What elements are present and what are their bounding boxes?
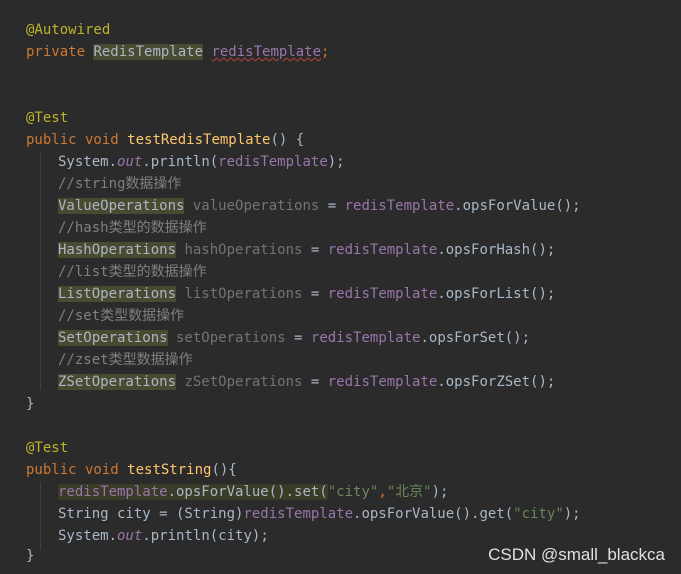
- closing-brace: }: [26, 396, 35, 412]
- code-text: System.: [58, 154, 118, 170]
- field-declaration-line: private RedisTemplate redisTemplate;: [26, 41, 329, 63]
- method-params: (){: [211, 462, 237, 478]
- code-text: .opsForList();: [437, 286, 556, 302]
- comment-line: //string数据操作: [58, 176, 182, 192]
- method-params: () {: [270, 132, 305, 148]
- operator: =: [302, 242, 328, 258]
- type-name: ValueOperations: [58, 198, 185, 214]
- code-text: .opsForZSet();: [437, 374, 556, 390]
- code-text: );: [563, 506, 581, 522]
- field-ref: redisTemplate: [344, 198, 455, 214]
- string-literal: "北京": [386, 484, 432, 500]
- field-ref: redisTemplate: [218, 154, 328, 170]
- code-text: .opsForValue().set(: [167, 484, 328, 500]
- operator: =: [302, 374, 328, 390]
- code-line: SetOperations setOperations = redisTempl…: [58, 327, 530, 349]
- indent-guide: [40, 482, 41, 550]
- method-name: testString: [127, 462, 212, 478]
- keyword: private: [26, 44, 94, 60]
- code-text: .println(city);: [142, 528, 269, 544]
- code-text: .println(: [142, 154, 219, 170]
- code-line: redisTemplate.opsForValue().set("city","…: [58, 481, 448, 503]
- code-text: .opsForValue().get(: [353, 506, 514, 522]
- code-line: ListOperations listOperations = redisTem…: [58, 283, 555, 305]
- type-name: ZSetOperations: [58, 374, 177, 390]
- code-text: System.: [58, 528, 118, 544]
- code-line: String city = (String)redisTemplate.opsF…: [58, 503, 581, 525]
- field-ref: redisTemplate: [327, 286, 438, 302]
- closing-brace: }: [26, 548, 35, 564]
- annotation-test: @Test: [26, 440, 69, 456]
- comma: ,: [378, 484, 387, 500]
- code-line: HashOperations hashOperations = redisTem…: [58, 239, 555, 261]
- operator: =: [285, 330, 311, 346]
- indent-guide: [40, 152, 41, 390]
- code-line: System.out.println(redisTemplate);: [58, 151, 345, 173]
- semicolon: ;: [321, 44, 330, 60]
- field-ref: redisTemplate: [327, 242, 438, 258]
- keyword: public void: [26, 132, 128, 148]
- comment-line: //list类型的数据操作: [58, 264, 207, 280]
- annotation-test: @Test: [26, 110, 69, 126]
- comment-line: //set类型数据操作: [58, 308, 185, 324]
- comment-line: //zset类型数据操作: [58, 352, 193, 368]
- string-literal: "city": [327, 484, 379, 500]
- keyword: public void: [26, 462, 128, 478]
- type-name: SetOperations: [58, 330, 168, 346]
- annotation-autowired: @Autowired: [26, 22, 111, 38]
- unused-variable: zSetOperations: [176, 374, 303, 390]
- type-name: HashOperations: [58, 242, 177, 258]
- unused-variable: valueOperations: [184, 198, 320, 214]
- code-editor[interactable]: @Autowired private RedisTemplate redisTe…: [0, 0, 681, 574]
- unused-variable: listOperations: [176, 286, 303, 302]
- field-name: redisTemplate: [211, 44, 322, 60]
- static-field: out: [117, 528, 143, 544]
- field-ref: redisTemplate: [243, 506, 354, 522]
- code-line: ZSetOperations zSetOperations = redisTem…: [58, 371, 555, 393]
- field-ref: redisTemplate: [58, 484, 168, 500]
- code-line: System.out.println(city);: [58, 525, 269, 547]
- operator: =: [319, 198, 345, 214]
- code-text: String city = (String): [58, 506, 244, 522]
- string-literal: "city": [513, 506, 564, 522]
- static-field: out: [117, 154, 143, 170]
- unused-variable: setOperations: [167, 330, 286, 346]
- operator: =: [302, 286, 328, 302]
- field-ref: redisTemplate: [310, 330, 421, 346]
- code-text: );: [327, 154, 345, 170]
- field-ref: redisTemplate: [327, 374, 438, 390]
- code-text: .opsForSet();: [420, 330, 531, 346]
- watermark: CSDN @small_blackca: [488, 545, 665, 564]
- method-signature-line: public void testString(){: [26, 459, 237, 481]
- code-text: .opsForHash();: [437, 242, 556, 258]
- method-signature-line: public void testRedisTemplate() {: [26, 129, 304, 151]
- type-name: RedisTemplate: [93, 44, 204, 60]
- type-name: ListOperations: [58, 286, 177, 302]
- method-name: testRedisTemplate: [127, 132, 271, 148]
- code-line: ValueOperations valueOperations = redisT…: [58, 195, 581, 217]
- unused-variable: hashOperations: [176, 242, 303, 258]
- code-text: );: [431, 484, 449, 500]
- comment-line: //hash类型的数据操作: [58, 220, 207, 236]
- code-text: .opsForValue();: [454, 198, 581, 214]
